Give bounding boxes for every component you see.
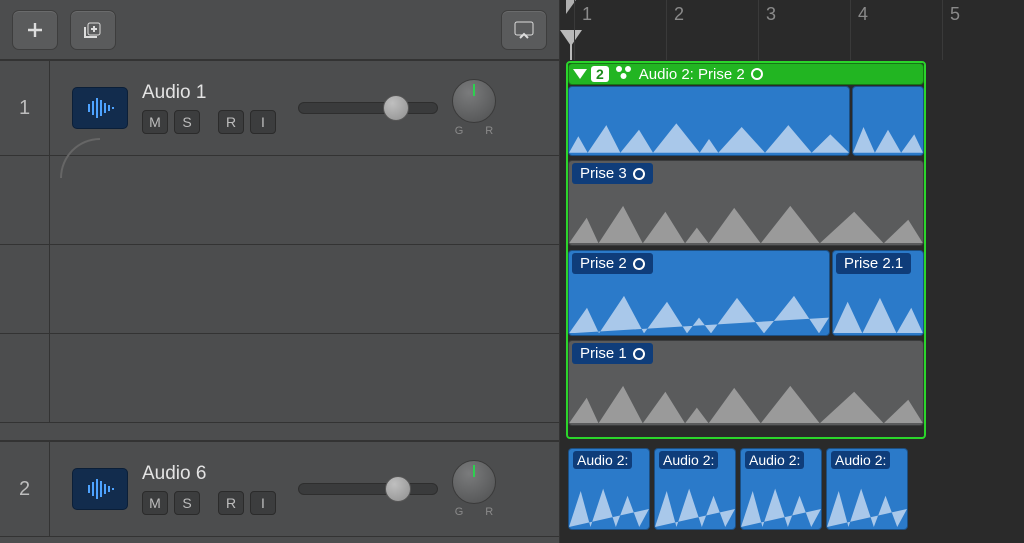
region-label: Audio 2: xyxy=(573,451,632,469)
take-folder-title: Audio 2: Prise 2 xyxy=(639,66,745,83)
solo-button[interactable]: S xyxy=(174,491,200,515)
take-label: Prise 1 xyxy=(572,343,653,364)
audio-region[interactable]: Audio 2: xyxy=(654,448,736,530)
track-header[interactable]: 2 Audio 6 M S R I xyxy=(0,441,559,537)
add-track-button[interactable] xyxy=(12,10,58,50)
disclosure-triangle-icon[interactable] xyxy=(573,69,587,79)
region-label: Audio 2: xyxy=(659,451,718,469)
take-label: Prise 2.1 xyxy=(836,253,911,274)
bar-number: 3 xyxy=(766,4,776,25)
input-monitor-button[interactable]: I xyxy=(250,110,276,134)
take-region[interactable]: Prise 2 xyxy=(568,250,830,336)
track-number: 2 xyxy=(0,442,50,536)
track-name: Audio 1 xyxy=(142,82,276,104)
take-number-badge: 2 xyxy=(591,66,609,82)
volume-slider[interactable] xyxy=(298,483,438,495)
comp-icon xyxy=(615,65,633,83)
take-folder-header[interactable]: 2 Audio 2: Prise 2 xyxy=(568,63,924,85)
take-region[interactable]: Prise 1 xyxy=(568,340,924,426)
bar-number: 2 xyxy=(674,4,684,25)
list-dropdown-button[interactable] xyxy=(501,10,547,50)
region-label: Audio 2: xyxy=(745,451,804,469)
bar-number: 1 xyxy=(582,4,592,25)
pan-knob[interactable] xyxy=(452,460,496,504)
comp-region-split[interactable] xyxy=(852,86,924,156)
mute-button[interactable]: M xyxy=(142,110,168,134)
knob-right-label: R xyxy=(485,125,493,137)
duplicate-track-button[interactable] xyxy=(70,10,116,50)
audio-track-icon xyxy=(72,468,128,510)
knob-right-label: R xyxy=(485,506,493,518)
take-region[interactable]: Prise 3 xyxy=(568,160,924,246)
pan-knob[interactable] xyxy=(452,79,496,123)
record-enable-button[interactable]: R xyxy=(218,491,244,515)
audio-region[interactable]: Audio 2: xyxy=(740,448,822,530)
take-lane-slot xyxy=(0,156,559,245)
audio-region[interactable]: Audio 2: xyxy=(826,448,908,530)
record-enable-button[interactable]: R xyxy=(218,110,244,134)
take-region-split[interactable]: Prise 2.1 xyxy=(832,250,924,336)
take-selection-indicator-icon xyxy=(751,68,763,80)
take-label: Prise 3 xyxy=(572,163,653,184)
comp-region[interactable] xyxy=(568,86,850,156)
track-name: Audio 6 xyxy=(142,463,276,485)
solo-button[interactable]: S xyxy=(174,110,200,134)
volume-slider[interactable] xyxy=(298,102,438,114)
input-monitor-button[interactable]: I xyxy=(250,491,276,515)
timeline-ruler[interactable]: 1 2 3 4 5 xyxy=(560,0,1024,60)
knob-left-label: G xyxy=(455,125,464,137)
track-number: 1 xyxy=(0,61,50,155)
take-label: Prise 2 xyxy=(572,253,653,274)
audio-region[interactable]: Audio 2: xyxy=(568,448,650,530)
bar-number: 5 xyxy=(950,4,960,25)
cycle-start-flag[interactable] xyxy=(566,0,580,23)
bar-number: 4 xyxy=(858,4,868,25)
take-lane-slot xyxy=(0,334,559,423)
audio-track-icon xyxy=(72,87,128,129)
region-label: Audio 2: xyxy=(831,451,890,469)
knob-left-label: G xyxy=(455,506,464,518)
mute-button[interactable]: M xyxy=(142,491,168,515)
take-lane-slot xyxy=(0,245,559,334)
